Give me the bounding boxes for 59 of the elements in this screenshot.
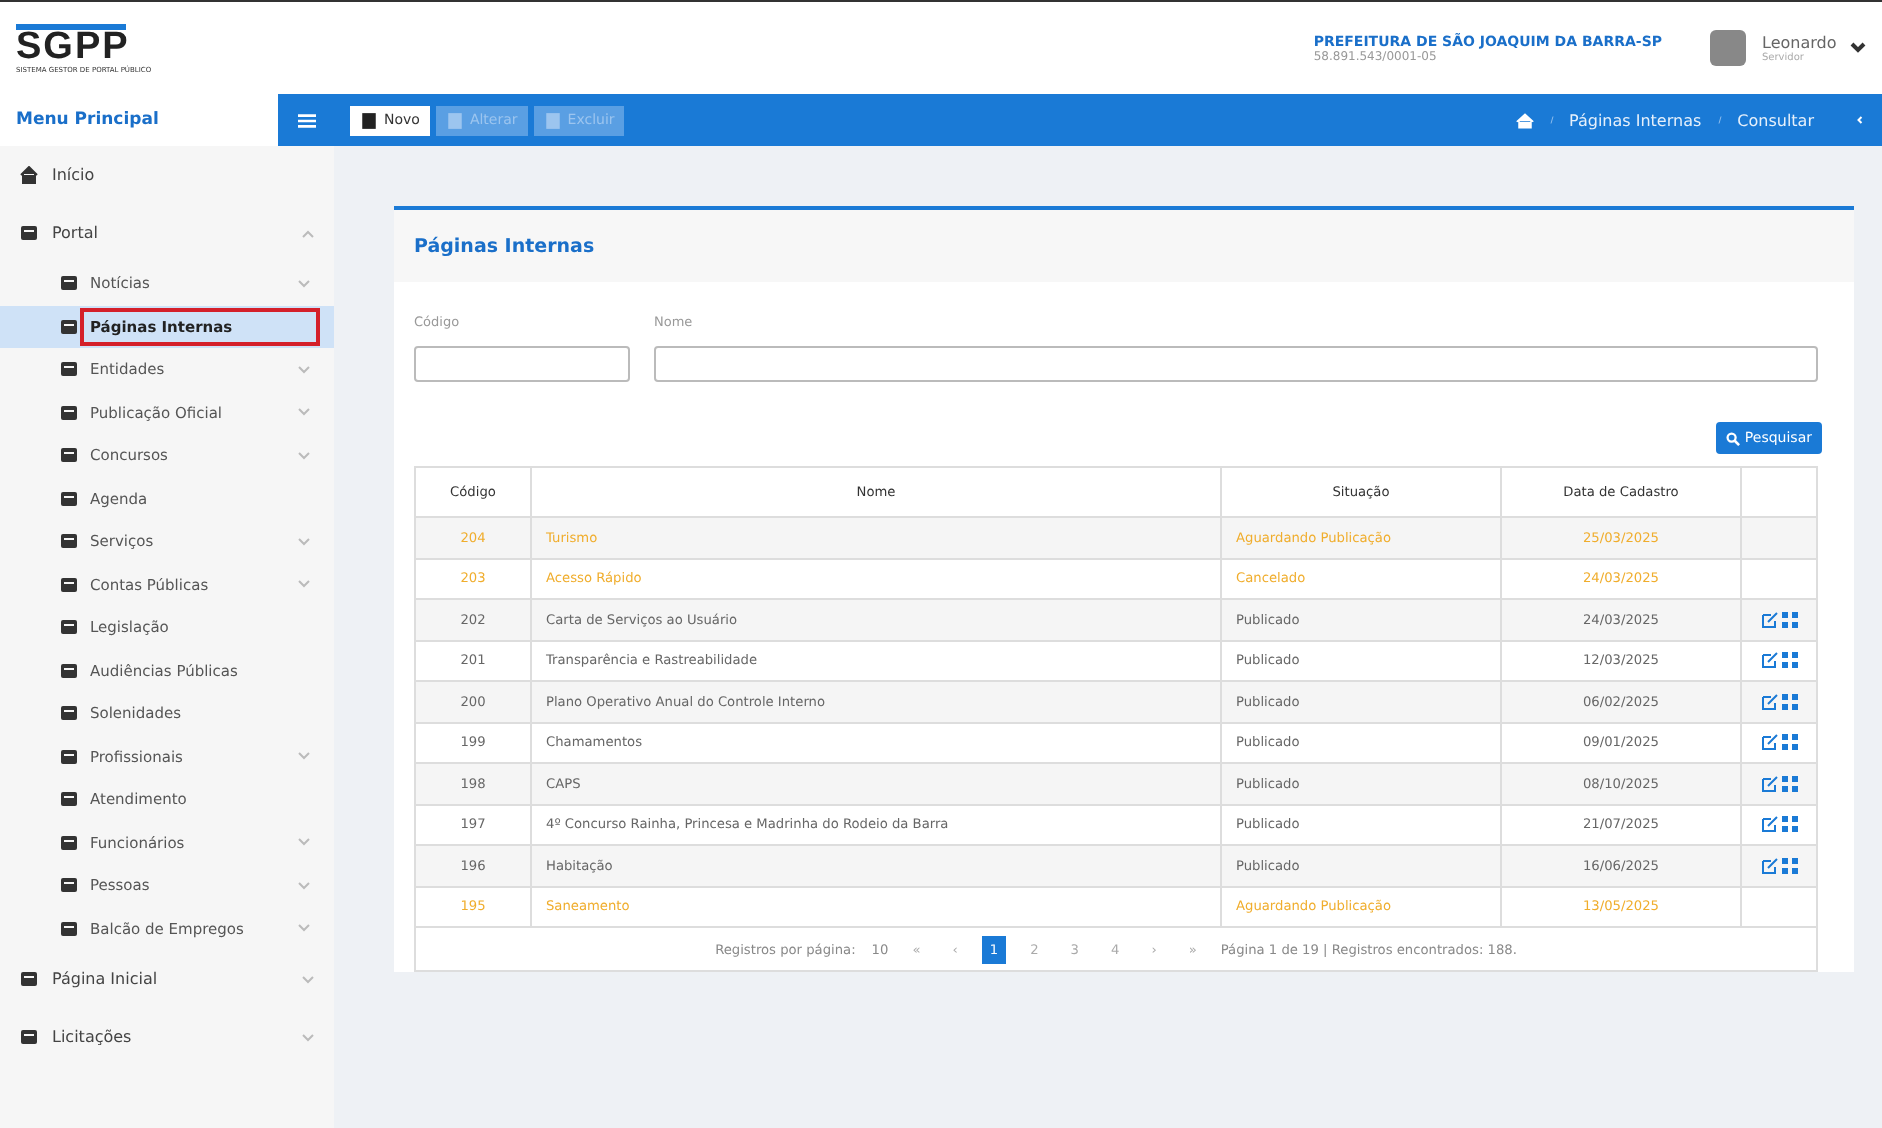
sidebar-item[interactable]: Portal [0,204,334,262]
square-icon [60,446,78,465]
square-icon [20,224,38,242]
square-icon [60,661,78,680]
breadcrumb-link[interactable]: Consultar [1737,111,1814,129]
square-icon [60,317,78,336]
grid-icon[interactable] [1781,816,1797,833]
square-icon [60,876,78,895]
user-avatar [1710,30,1746,66]
square-icon [60,618,78,637]
input-field[interactable] [414,346,630,382]
chevron-down-icon [298,580,310,589]
home-icon[interactable] [1515,111,1534,129]
caret-icon[interactable] [1850,42,1866,54]
chevron-up-icon [302,229,314,237]
square-icon [60,575,78,594]
breadcrumb-link[interactable]: Páginas Internas [1569,111,1702,129]
chevron-down-icon [298,365,310,374]
panel-title: Páginas Internas [394,210,1854,282]
square-icon [60,360,78,379]
grid-icon[interactable] [1781,611,1797,628]
user-name: Leonardo [1762,33,1839,51]
grid-icon[interactable] [1781,734,1797,751]
square-icon [60,747,78,766]
search-icon [1726,431,1741,445]
square-icon [60,489,78,508]
logo-text: SGPP [16,23,126,65]
sidebar-item[interactable]: Início [0,146,334,204]
chevron-down-icon [298,279,310,288]
grid-icon[interactable] [1781,857,1797,874]
chevron-down-icon [298,924,310,933]
square-icon [60,704,78,723]
chevron-left-icon[interactable] [1854,116,1866,124]
chevron-down-icon [298,881,310,890]
chevron-down-icon [298,838,310,847]
chevron-down-icon [302,1033,314,1041]
square-icon [60,790,78,809]
square-icon [60,919,78,938]
menu-icon [297,111,315,129]
chevron-down-icon [298,451,310,460]
sidebar-item[interactable]: Página Inicial [0,950,334,1008]
square-icon [60,274,78,293]
sidebar-item[interactable]: Licitações [0,1008,334,1066]
square-icon [60,403,78,422]
square-icon [20,1028,38,1046]
chevron-down-icon [298,408,310,417]
chevron-down-icon [298,752,310,761]
square-icon [60,833,78,852]
menu-toggle-button[interactable] [278,94,334,146]
grid-icon[interactable] [1781,652,1797,669]
square-icon [20,970,38,988]
menu-title: Menu Principal [14,108,161,134]
chevron-down-icon [302,975,314,983]
chevron-down-icon [298,537,310,546]
home-icon [20,166,38,184]
grid-icon[interactable] [1781,775,1797,792]
grid-icon[interactable] [1781,693,1797,710]
square-icon [60,532,78,551]
input-field[interactable] [654,346,1818,382]
